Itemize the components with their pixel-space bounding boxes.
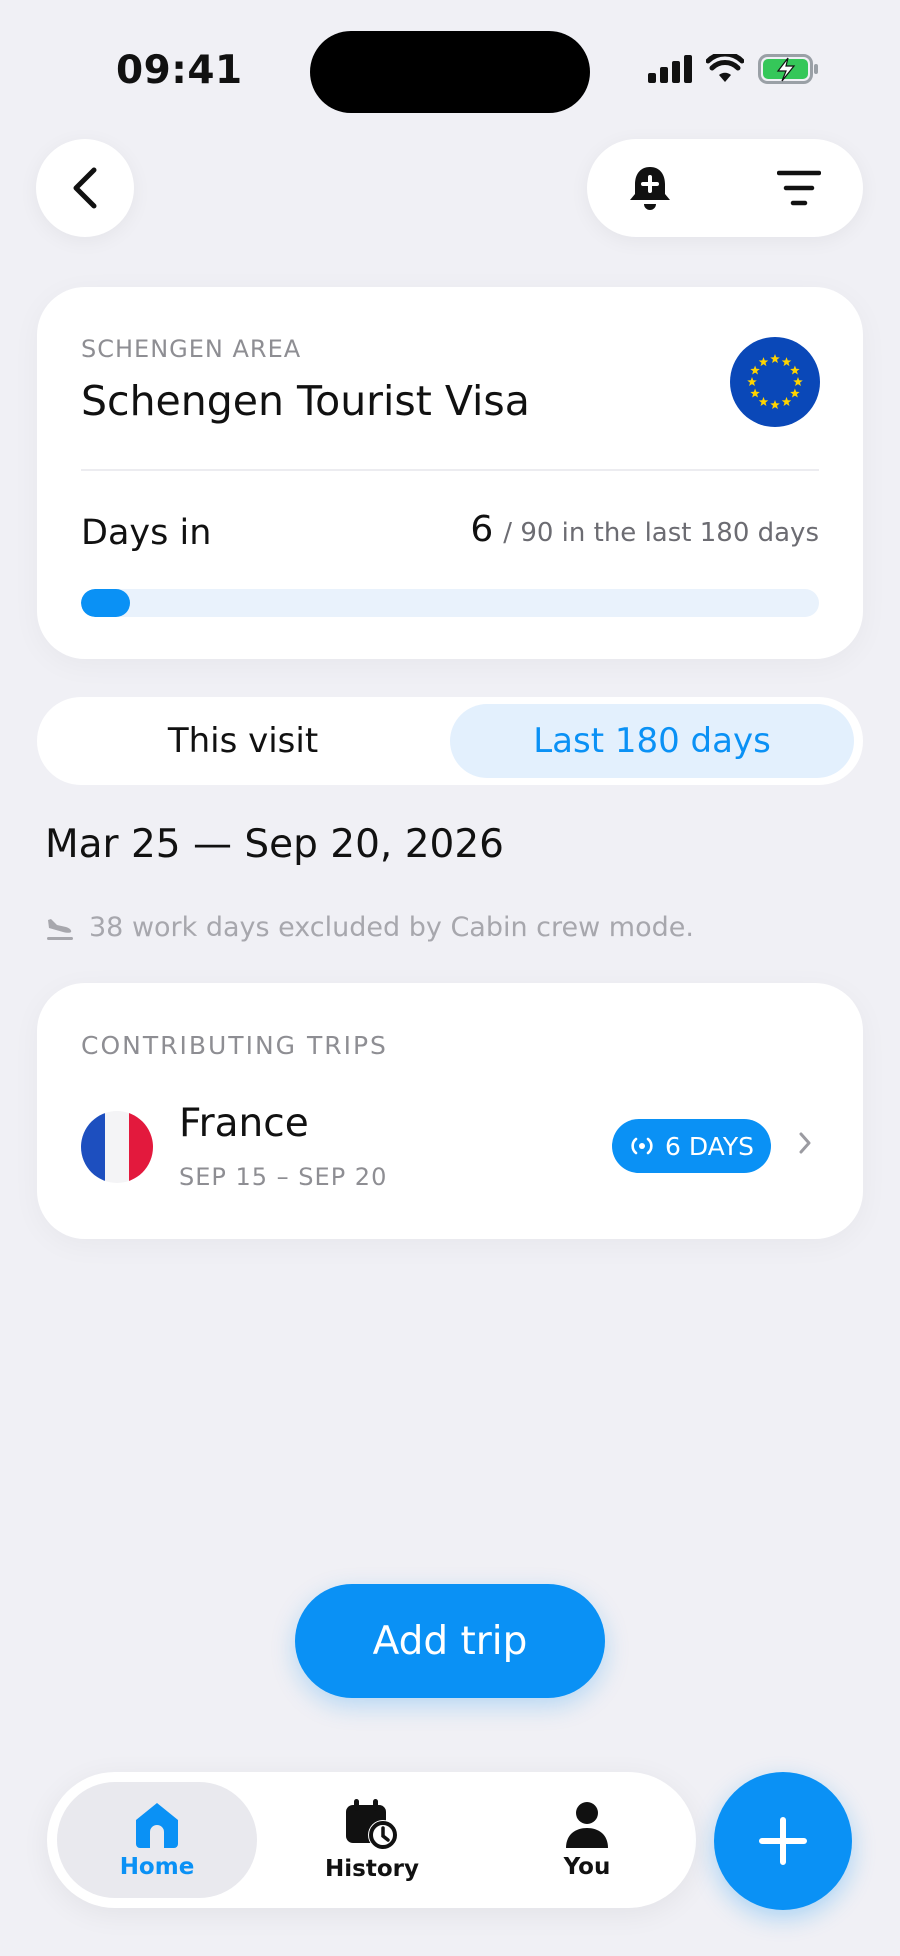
- tab-home[interactable]: Home: [57, 1782, 257, 1898]
- filter-button[interactable]: [777, 169, 821, 207]
- visa-region: SCHENGEN AREA: [81, 335, 302, 363]
- chevron-right-icon: [799, 1132, 811, 1154]
- days-limit: / 90 in the last 180 days: [503, 518, 819, 548]
- back-chevron-icon: [73, 167, 97, 209]
- tab-history-label: History: [325, 1856, 419, 1882]
- calendar-clock-icon: [346, 1799, 398, 1850]
- exclusion-note: 38 work days excluded by Cabin crew mode…: [45, 912, 694, 943]
- eu-star: [770, 400, 780, 410]
- add-trip-button[interactable]: Add trip: [295, 1584, 605, 1698]
- date-range: Mar 25 — Sep 20, 2026: [45, 822, 504, 867]
- status-icons: [648, 54, 820, 84]
- card-divider: [81, 469, 819, 471]
- status-time: 09:41: [116, 48, 243, 93]
- eu-star: [790, 365, 800, 375]
- visa-summary-card[interactable]: SCHENGEN AREA Schengen Tourist Visa Days…: [37, 287, 863, 659]
- wifi-icon: [706, 54, 744, 82]
- plus-icon: [759, 1817, 807, 1865]
- back-button[interactable]: [36, 139, 134, 237]
- contributing-trips-card: CONTRIBUTING TRIPS France SEP 15 – SEP 2…: [37, 983, 863, 1239]
- days-in-label: Days in: [81, 513, 212, 553]
- filter-lines-icon: [777, 170, 821, 206]
- eu-star: [781, 396, 792, 406]
- segment-last-180-days[interactable]: Last 180 days: [450, 704, 854, 778]
- days-progress-fill: [81, 589, 131, 617]
- exclusion-text: 38 work days excluded by Cabin crew mode…: [89, 912, 694, 943]
- trips-heading: CONTRIBUTING TRIPS: [81, 1031, 388, 1060]
- eu-star: [770, 354, 780, 364]
- broadcast-icon: [631, 1137, 653, 1155]
- france-flag-icon: [81, 1111, 153, 1183]
- eu-star: [750, 365, 760, 375]
- home-icon: [136, 1803, 178, 1848]
- bottom-tab-bar: Home History You: [47, 1772, 696, 1908]
- eu-star: [758, 357, 769, 367]
- trip-days-badge: 6 DAYS: [612, 1119, 771, 1173]
- visa-title: Schengen Tourist Visa: [81, 377, 530, 425]
- battery-charging-icon: [758, 54, 818, 84]
- eu-star: [781, 357, 792, 367]
- period-segmented-control: This visit Last 180 days: [37, 697, 863, 785]
- eu-star: [747, 377, 757, 387]
- toolbar-actions: [587, 139, 863, 237]
- days-count: 6 / 90 in the last 180 days: [470, 509, 819, 550]
- notification-add-button[interactable]: [627, 164, 673, 212]
- dynamic-island: [310, 31, 590, 113]
- add-fab-button[interactable]: [714, 1772, 852, 1910]
- trip-days-text: 6 DAYS: [665, 1131, 754, 1161]
- trip-dates: SEP 15 – SEP 20: [179, 1163, 388, 1191]
- days-used: 6: [470, 509, 494, 550]
- trip-country: France: [179, 1101, 309, 1146]
- eu-flag-icon: [730, 337, 820, 427]
- tab-you[interactable]: You: [487, 1782, 687, 1898]
- eu-star: [750, 388, 760, 398]
- tab-home-label: Home: [119, 1854, 195, 1880]
- eu-star: [758, 396, 769, 406]
- segment-this-visit[interactable]: This visit: [45, 704, 441, 778]
- bell-plus-icon: [630, 167, 670, 210]
- tab-history[interactable]: History: [272, 1782, 472, 1898]
- eu-star: [793, 377, 803, 387]
- days-progress-bar: [81, 589, 819, 617]
- airplane-landing-icon: [47, 918, 73, 940]
- signal-icon: [648, 55, 692, 83]
- eu-star: [790, 388, 800, 398]
- tab-you-label: You: [563, 1854, 611, 1880]
- person-icon: [566, 1802, 608, 1848]
